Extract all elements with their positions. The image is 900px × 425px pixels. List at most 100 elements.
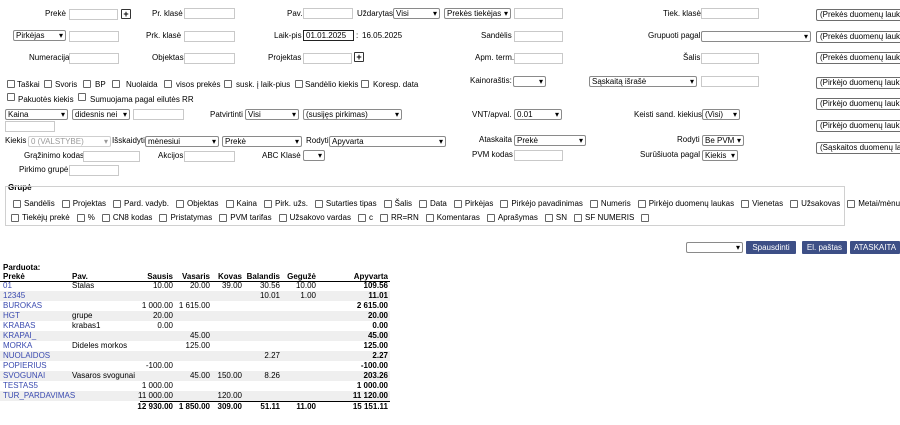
pirkejo-duomenu-laukai-button-2[interactable]: (Pirkėjo duomenų laukai) bbox=[816, 98, 900, 110]
group-option-label: Pirkėjo duomenų laukas bbox=[648, 199, 735, 208]
koresp-data-checkbox[interactable] bbox=[361, 80, 369, 88]
projektas-input[interactable] bbox=[303, 53, 352, 64]
salis-input[interactable] bbox=[701, 53, 759, 64]
visos-prekes-checkbox[interactable] bbox=[164, 80, 172, 88]
abc-select[interactable] bbox=[303, 150, 325, 161]
surusiuota-select[interactable]: Kiekis bbox=[702, 150, 738, 161]
apm-term-input[interactable] bbox=[514, 53, 563, 64]
pr-klase-input[interactable] bbox=[184, 8, 235, 19]
group-option-checkbox[interactable] bbox=[225, 199, 234, 208]
svoris-checkbox[interactable] bbox=[44, 80, 52, 88]
group-option-checkbox[interactable] bbox=[418, 199, 427, 208]
prk-klase-input[interactable] bbox=[184, 31, 235, 42]
surusiuota-label: Surūšiuota pagal bbox=[640, 150, 701, 159]
isskaidyti-select[interactable]: mėnesiui bbox=[145, 136, 219, 147]
date-to-input[interactable]: 16.05.2025 bbox=[359, 30, 410, 41]
bp-checkbox[interactable] bbox=[83, 80, 91, 88]
group-option-checkbox[interactable] bbox=[264, 199, 273, 208]
group-option-checkbox[interactable] bbox=[219, 213, 228, 222]
grazinimo-label: Grąžinimo kodas bbox=[24, 151, 85, 160]
preke-group-select[interactable]: Prekė bbox=[222, 136, 302, 147]
saskaita-israse-input[interactable] bbox=[701, 76, 759, 87]
group-option-checkbox[interactable] bbox=[453, 199, 462, 208]
prekes-duomenu-laukai-button-3[interactable]: (Prekės duomenų laukai) bbox=[816, 52, 900, 64]
group-option-checkbox[interactable] bbox=[425, 213, 434, 222]
taskai-checkbox[interactable] bbox=[7, 80, 15, 88]
group-option-checkbox[interactable] bbox=[589, 199, 598, 208]
group-option-checkbox[interactable] bbox=[278, 213, 287, 222]
prekes-tiekejas-select[interactable]: Prekės tiekėjas bbox=[444, 8, 511, 19]
prekes-duomenu-laukai-button-2[interactable]: (Prekės duomenų laukai) bbox=[816, 31, 900, 43]
saskaita-israse-select[interactable]: Sąskaitą išrašė bbox=[589, 76, 697, 87]
grazinimo-input[interactable] bbox=[83, 151, 140, 162]
group-option-checkbox[interactable] bbox=[574, 213, 582, 222]
group-option-checkbox[interactable] bbox=[314, 199, 323, 208]
grupuoti-select[interactable] bbox=[701, 31, 811, 42]
group-option-checkbox[interactable] bbox=[61, 199, 70, 208]
table-row-product-link[interactable]: TUR_PARDAVIMAS bbox=[3, 390, 75, 401]
el-pastas-button[interactable]: El. paštas bbox=[802, 241, 847, 254]
group-option-checkbox[interactable] bbox=[379, 213, 388, 222]
preke-input[interactable] bbox=[69, 9, 118, 20]
objektas-input[interactable] bbox=[184, 53, 235, 64]
kainorastis-select[interactable] bbox=[513, 76, 546, 87]
pav-input[interactable] bbox=[303, 8, 353, 19]
kaina-value-input[interactable] bbox=[133, 109, 184, 120]
group-option-checkbox[interactable] bbox=[11, 213, 19, 222]
sandelio-kiekis-checkbox[interactable] bbox=[295, 80, 303, 88]
saskaitos-duomenu-laukai-button[interactable]: (Sąskaitos duomenų laukai) bbox=[816, 142, 900, 154]
pirkimo-grupe-input[interactable] bbox=[69, 165, 119, 176]
group-option-checkbox[interactable] bbox=[486, 213, 495, 222]
group-option-checkbox[interactable] bbox=[790, 199, 799, 208]
group-option-checkbox[interactable] bbox=[847, 199, 856, 208]
uzdarytas-select[interactable]: Visi bbox=[393, 8, 440, 19]
print-format-select[interactable] bbox=[686, 242, 743, 253]
ataskaita-button[interactable]: ATASKAITA bbox=[850, 241, 900, 254]
group-option-checkbox[interactable] bbox=[175, 199, 184, 208]
sandelis-input[interactable] bbox=[514, 31, 563, 42]
group-option-checkbox[interactable] bbox=[101, 213, 110, 222]
pvm-kodas-input[interactable] bbox=[514, 150, 563, 161]
rodyti-select[interactable]: Apyvarta bbox=[329, 136, 446, 147]
keisti-select[interactable]: (Visi) bbox=[702, 109, 740, 120]
group-option-checkbox[interactable] bbox=[357, 213, 366, 222]
pirkejas-select[interactable]: Pirkėjas bbox=[13, 30, 66, 41]
akcijos-label: Akcijos bbox=[158, 151, 184, 160]
numeracija-input[interactable] bbox=[69, 53, 119, 64]
preke-add-plus-icon[interactable]: + bbox=[121, 9, 131, 19]
group-option-checkbox[interactable] bbox=[383, 199, 392, 208]
group-option-checkbox[interactable] bbox=[113, 199, 122, 208]
nuolaida-checkbox[interactable] bbox=[112, 80, 120, 88]
susk-checkbox[interactable] bbox=[224, 80, 232, 88]
group-option-checkbox[interactable] bbox=[500, 199, 509, 208]
rodyti2-select[interactable]: Be PVM bbox=[702, 135, 744, 146]
valstybe-select[interactable]: 0 (VALSTYBE) bbox=[28, 136, 111, 147]
vnt-apval-select[interactable]: 0.01 bbox=[514, 109, 562, 120]
date-from-input[interactable]: 01.01.2025 bbox=[303, 30, 354, 41]
group-option-checkbox[interactable] bbox=[544, 213, 553, 222]
akcijos-input[interactable] bbox=[184, 151, 235, 162]
pirkejas-input[interactable] bbox=[69, 31, 119, 42]
spausdinti-button[interactable]: Spausdinti bbox=[746, 241, 796, 254]
group-option-label: Pard. vadyb. bbox=[124, 199, 169, 208]
group-option-checkbox[interactable] bbox=[76, 213, 85, 222]
pirkejo-duomenu-laukai-button-3[interactable]: (Pirkėjo duomenų laukai) bbox=[816, 120, 900, 132]
patvirtinti-select[interactable]: Visi bbox=[245, 109, 299, 120]
kaina-select[interactable]: Kaina bbox=[5, 109, 68, 120]
prekes-tiekejas-input[interactable] bbox=[514, 8, 563, 19]
group-option-checkbox[interactable] bbox=[641, 213, 650, 222]
susijes-select[interactable]: (susijęs pirkimas) bbox=[303, 109, 402, 120]
group-option-checkbox[interactable] bbox=[741, 199, 750, 208]
pirkejo-duomenu-laukai-button-1[interactable]: (Pirkėjo duomenų laukai) bbox=[816, 77, 900, 89]
tiek-klase-input[interactable] bbox=[701, 8, 759, 19]
prekes-duomenu-laukai-button-1[interactable]: (Prekės duomenų laukai) bbox=[816, 9, 900, 21]
ataskaita-select[interactable]: Prekė bbox=[514, 135, 586, 146]
group-option-checkbox[interactable] bbox=[13, 199, 21, 208]
sumuojama-checkbox[interactable] bbox=[78, 93, 86, 101]
projektas-add-plus-icon[interactable]: + bbox=[354, 52, 364, 62]
kaina-extra-input[interactable] bbox=[5, 121, 55, 132]
pakuotes-kiekis-checkbox[interactable] bbox=[7, 93, 15, 101]
group-option-checkbox[interactable] bbox=[637, 199, 646, 208]
didesnis-select[interactable]: didesnis nei bbox=[72, 109, 130, 120]
group-option-checkbox[interactable] bbox=[159, 213, 168, 222]
